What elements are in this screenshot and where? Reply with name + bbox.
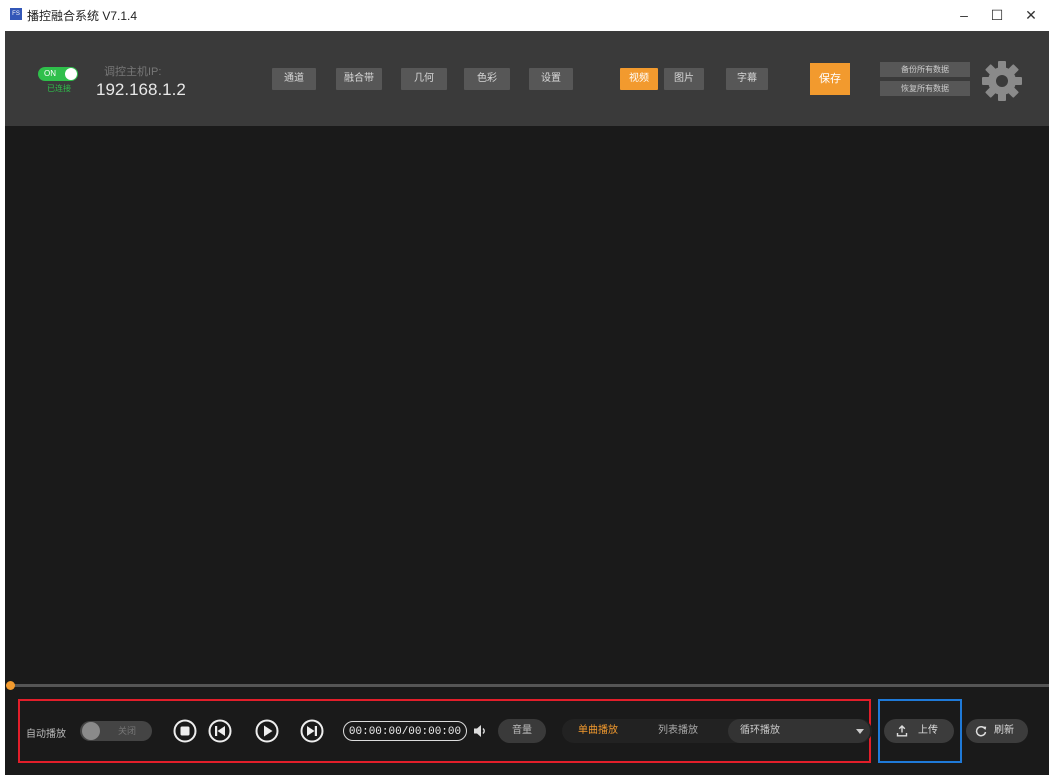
refresh-icon	[975, 725, 987, 737]
ip-value: 192.168.1.2	[96, 80, 186, 99]
tab-subtitle[interactable]: 字幕	[726, 68, 768, 90]
mode-single[interactable]: 单曲播放	[578, 719, 618, 743]
close-button[interactable]: ✕	[1017, 4, 1045, 26]
loop-mode-value: 循环播放	[740, 725, 780, 736]
toggle-knob	[82, 722, 100, 740]
gear-icon[interactable]	[980, 59, 1024, 103]
refresh-label: 刷新	[994, 725, 1014, 736]
upload-label: 上传	[918, 725, 938, 736]
tab-geometry[interactable]: 几何	[401, 68, 447, 90]
top-toolbar	[5, 31, 1049, 126]
play-icon[interactable]	[255, 719, 279, 743]
save-button[interactable]: 保存	[810, 63, 850, 95]
upload-icon	[896, 725, 908, 737]
app-icon: FS	[10, 8, 22, 20]
volume-button[interactable]: 音量	[498, 719, 546, 743]
previous-icon[interactable]	[208, 719, 232, 743]
progress-track[interactable]	[10, 684, 1049, 687]
time-display: 00:00:00/00:00:00	[343, 721, 467, 741]
connection-toggle-label: ON	[44, 69, 56, 78]
ip-label: 调控主机IP:	[104, 66, 162, 78]
refresh-button[interactable]: 刷新	[966, 719, 1028, 743]
tab-settings[interactable]: 设置	[529, 68, 573, 90]
title-bar: FS 播控融合系统 V7.1.4 – ☐ ✕	[0, 0, 1049, 31]
stop-icon[interactable]	[173, 719, 197, 743]
tab-channel[interactable]: 通道	[272, 68, 316, 90]
tab-blend[interactable]: 融合带	[336, 68, 382, 90]
preview-area	[5, 31, 1049, 775]
mode-list[interactable]: 列表播放	[658, 719, 698, 743]
progress-handle[interactable]	[6, 681, 15, 690]
auto-play-label: 自动播放	[26, 729, 66, 740]
minimize-button[interactable]: –	[950, 4, 978, 26]
restore-button[interactable]: 恢复所有数据	[880, 81, 970, 96]
maximize-button[interactable]: ☐	[983, 4, 1011, 26]
backup-button[interactable]: 备份所有数据	[880, 62, 970, 77]
upload-button[interactable]: 上传	[884, 719, 954, 743]
window-title: 播控融合系统 V7.1.4	[27, 9, 138, 23]
tab-video[interactable]: 视频	[620, 68, 658, 90]
connection-status: 已连接	[47, 84, 71, 93]
toggle-knob	[65, 68, 77, 80]
tab-color[interactable]: 色彩	[464, 68, 510, 90]
chevron-down-icon	[856, 729, 864, 734]
volume-icon[interactable]	[473, 723, 487, 739]
loop-mode-select[interactable]: 循环播放	[728, 719, 870, 743]
auto-play-state: 关闭	[118, 726, 137, 736]
connection-toggle[interactable]: ON	[38, 67, 78, 81]
next-icon[interactable]	[300, 719, 324, 743]
auto-play-toggle[interactable]: 关闭	[80, 721, 152, 741]
tab-image[interactable]: 图片	[664, 68, 704, 90]
